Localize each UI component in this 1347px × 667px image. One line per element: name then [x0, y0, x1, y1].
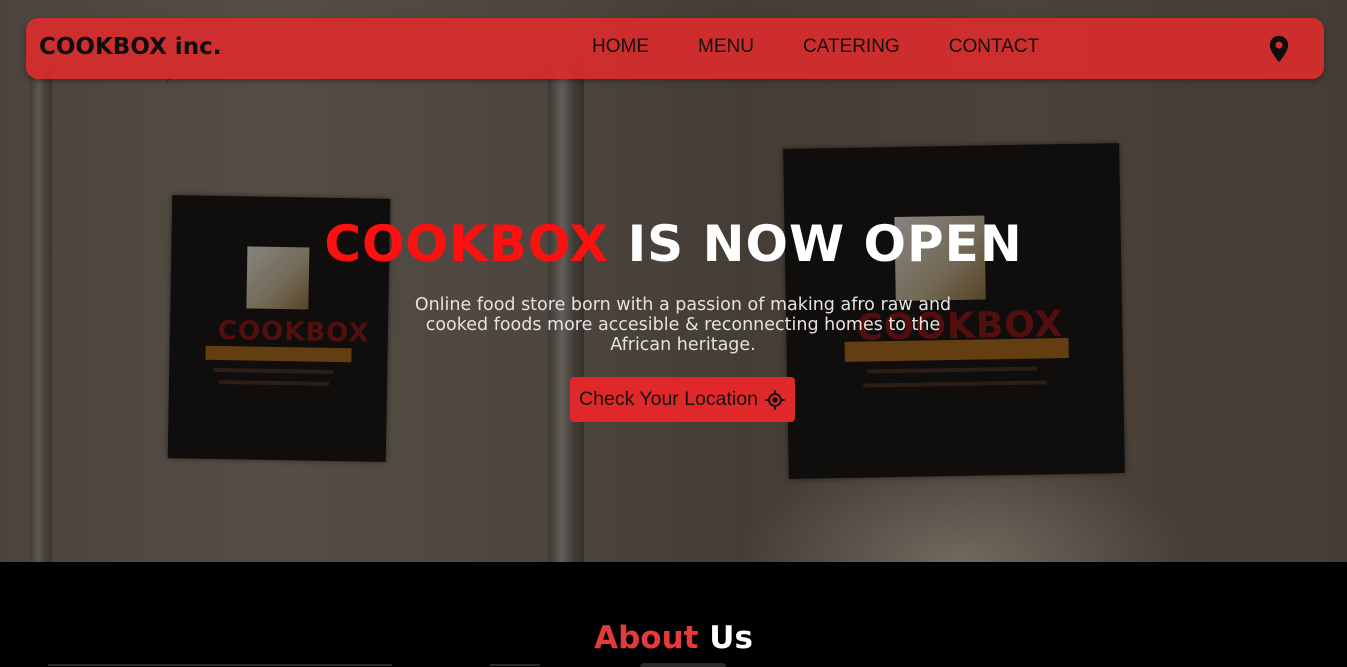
about-heading-accent: About — [594, 620, 699, 656]
hero-section: ~~ , COOKBOX COOKBOX COOKBOX IS NOW OPEN… — [0, 0, 1347, 562]
divider — [48, 664, 392, 666]
nav-contact-link[interactable]: CONTACT — [949, 36, 1039, 58]
nav-catering-link[interactable]: CATERING — [803, 36, 900, 58]
hero-dark-overlay — [0, 0, 1347, 562]
headline-rest: IS NOW OPEN — [627, 215, 1023, 273]
map-pin-icon[interactable] — [1268, 35, 1290, 63]
divider — [490, 664, 540, 666]
check-location-button[interactable]: Check Your Location — [570, 377, 795, 422]
about-heading-rest: Us — [709, 620, 753, 656]
divider — [640, 663, 726, 667]
crosshair-target-icon — [765, 389, 785, 410]
hero-headline: COOKBOX IS NOW OPEN — [0, 215, 1347, 273]
about-heading: About Us — [0, 620, 1347, 656]
headline-accent: COOKBOX — [324, 215, 610, 273]
nav-links: HOME MENU CATERING CONTACT — [592, 36, 1088, 58]
brand-logo-text[interactable]: COOKBOX inc. — [39, 34, 221, 60]
about-section: About Us — [0, 562, 1347, 667]
check-location-label: Check Your Location — [579, 388, 758, 410]
hero-tagline: Online food store born with a passion of… — [414, 295, 952, 355]
nav-menu-link[interactable]: MENU — [698, 36, 754, 58]
top-navbar: COOKBOX inc. HOME MENU CATERING CONTACT — [26, 18, 1324, 79]
nav-home-link[interactable]: HOME — [592, 36, 649, 58]
